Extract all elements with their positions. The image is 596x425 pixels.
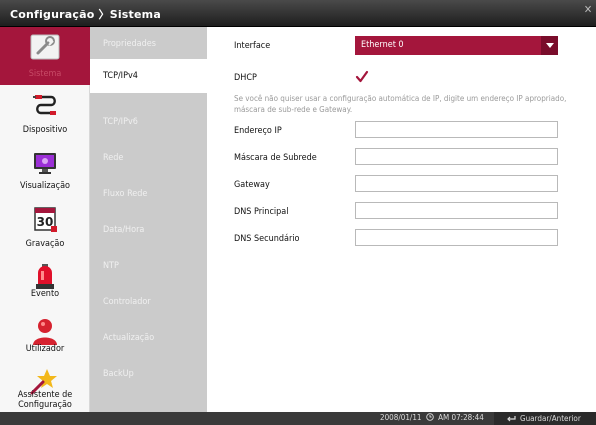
nav-label-sistema: Sistema [28,69,62,79]
siren-icon [36,264,54,289]
interface-select[interactable]: Ethernet 0 [355,36,558,55]
gateway-label: Gateway [234,180,270,190]
calendar-day-text: 30 [37,215,54,229]
close-icon[interactable]: ✕ [582,4,594,16]
nav-label-visualizacao: Visualização [20,181,70,191]
monitor-icon [34,153,56,174]
clock-display: 2008/01/11 AM 07:28:44 [380,413,484,422]
dns-primary-field[interactable] [355,202,558,219]
gateway-field[interactable] [355,175,558,192]
date-text: 2008/01/11 [380,413,422,422]
nav-item-evento[interactable]: Evento [0,257,90,315]
sub-item-ntp[interactable]: NTP [90,249,207,283]
nav-item-dispositivo[interactable]: Dispositivo [0,85,90,143]
title-bar: Configuração 〉Sistema ✕ [0,0,596,27]
ip-address-field[interactable] [355,121,558,138]
sub-item-propriedades[interactable]: Propriedades [90,27,207,61]
dns-primary-label: DNS Principal [234,207,289,217]
sub-item-fluxo-rede[interactable]: Fluxo Rede [90,177,207,211]
status-bar: 2008/01/11 AM 07:28:44 Guardar/Anterior [0,412,596,425]
nav-label-gravacao: Gravação [25,239,65,249]
dhcp-label: DHCP [234,73,257,83]
wrench-icon [30,34,60,60]
calendar-icon: 30 [34,207,57,232]
time-text: AM 07:28:44 [438,413,484,422]
main-panel: Interface Ethernet 0 DHCP Se você não qu… [207,27,596,412]
user-icon [33,319,57,345]
ip-address-label: Endereço IP [234,126,282,136]
sub-item-tcp-ipv4[interactable]: TCP/IPv4 [90,59,207,93]
nav-label-evento: Evento [30,289,60,299]
dns-secondary-label: DNS Secundário [234,234,300,244]
window-title: Configuração 〉Sistema [10,8,161,21]
dropdown-arrow-icon[interactable] [541,36,558,55]
left-nav: Sistema Dispositivo Visualização 30 Grav… [0,27,90,412]
sub-item-backup[interactable]: BackUp [90,357,207,391]
nav-label-assistente: Assistente de Configuração [17,390,73,410]
nav-item-assistente[interactable]: Assistente de Configuração [0,361,90,412]
sub-item-rede[interactable]: Rede [90,141,207,175]
cable-icon [33,95,56,115]
nav-item-sistema[interactable]: Sistema [0,27,90,85]
sub-item-actualizacao[interactable]: Actualização [90,321,207,355]
dhcp-hint-text: Se você não quiser usar a configuração a… [234,94,567,114]
clock-icon [426,413,434,421]
nav-item-visualizacao[interactable]: Visualização [0,143,90,201]
dns-secondary-field[interactable] [355,229,558,246]
return-arrow-icon [507,416,516,422]
interface-label: Interface [234,41,271,51]
dhcp-checkbox[interactable] [355,70,369,83]
nav-item-gravacao[interactable]: 30 Gravação [0,199,90,257]
subnet-mask-field[interactable] [355,148,558,165]
save-back-button[interactable]: Guardar/Anterior [494,412,596,425]
subnet-mask-label: Máscara de Subrede [234,153,317,163]
nav-label-dispositivo: Dispositivo [22,125,68,135]
sub-item-tcp-ipv6[interactable]: TCP/IPv6 [90,105,207,139]
interface-select-value: Ethernet 0 [361,40,404,50]
save-back-label: Guardar/Anterior [520,414,581,423]
nav-label-utilizador: Utilizador [25,344,65,354]
sub-nav: Propriedades TCP/IPv4 TCP/IPv6 Rede Flux… [90,27,207,412]
sub-item-controlador[interactable]: Controlador [90,285,207,319]
sub-item-data-hora[interactable]: Data/Hora [90,213,207,247]
